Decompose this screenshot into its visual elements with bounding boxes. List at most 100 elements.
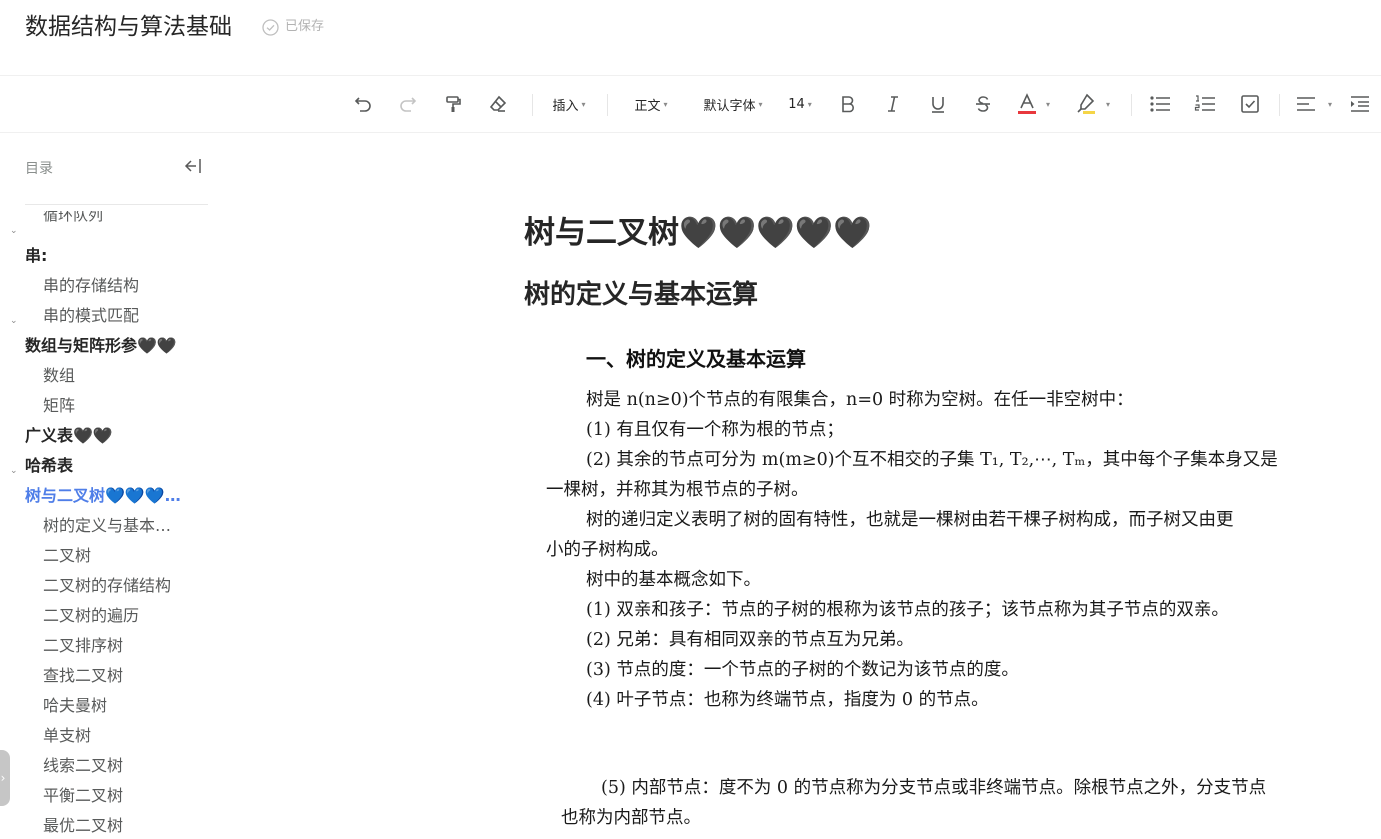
font-color-button[interactable]	[1014, 90, 1040, 118]
align-left-icon	[1295, 94, 1317, 114]
underline-icon	[928, 94, 948, 114]
format-painter-icon	[443, 94, 463, 114]
toc-item-threaded-tree[interactable]: 线索二叉树	[43, 755, 123, 777]
side-panel-toggle[interactable]: ›	[0, 750, 10, 806]
toc-item-optimal-tree[interactable]: 最优二叉树	[43, 815, 123, 837]
expand-arrow-icon[interactable]: ⌄	[10, 316, 18, 326]
task-list-button[interactable]	[1237, 90, 1263, 118]
indent-icon	[1349, 94, 1371, 114]
toc-item-search-tree[interactable]: 查找二叉树	[43, 665, 123, 687]
toc-item-balanced-tree[interactable]: 平衡二叉树	[43, 785, 123, 807]
toc-item-string-storage[interactable]: 串的存储结构	[43, 275, 139, 297]
chevron-down-icon[interactable]: ▾	[1328, 100, 1332, 109]
heading-2[interactable]: 树的定义与基本运算	[524, 274, 758, 311]
align-button[interactable]	[1293, 90, 1319, 118]
format-painter-button[interactable]	[440, 90, 466, 118]
strikethrough-button[interactable]	[970, 90, 996, 118]
expand-arrow-icon[interactable]: ⌄	[10, 226, 18, 236]
image-line: (1) 双亲和孩子：节点的子树的根称为该节点的孩子；该节点称为其子节点的双亲。	[586, 600, 1229, 620]
toc-item-generalized-list[interactable]: 广义表🖤🖤	[25, 425, 113, 447]
ordered-list-icon	[1194, 94, 1216, 114]
ordered-list-button[interactable]	[1192, 90, 1218, 118]
image-line: 小的子树构成。	[546, 540, 669, 560]
chevron-down-icon: ▾	[581, 99, 586, 109]
insert-dropdown[interactable]: 插入 ▾	[548, 90, 590, 118]
heading-1[interactable]: 树与二叉树🖤🖤🖤🖤🖤	[524, 207, 872, 252]
embedded-textbook-image[interactable]: 一、树的定义及基本运算 树是 n(n≥0)个节点的有限集合，n=0 时称为空树。…	[546, 333, 1381, 839]
underline-button[interactable]	[925, 90, 951, 118]
editor-toolbar: 插入 ▾ 正文 ▾ 默认字体 ▾ 14 ▾ ▾ ▾ ▾	[0, 76, 1381, 133]
toc-item-tree-definition[interactable]: 树的定义与基本…	[43, 515, 171, 537]
collapse-sidebar-button[interactable]	[184, 157, 202, 179]
strikethrough-icon	[973, 94, 993, 114]
toc-item-binary-tree[interactable]: 二叉树	[43, 545, 91, 567]
save-status-text: 已保存	[285, 19, 325, 34]
insert-label: 插入	[552, 98, 579, 114]
image-line: 树的递归定义表明了树的固有特性，也就是一棵树由若干棵子树构成，而子树又由更	[586, 510, 1234, 530]
image-line: 树中的基本概念如下。	[586, 570, 761, 590]
toc-item-single-branch-tree[interactable]: 单支树	[43, 725, 91, 747]
toc-item-string-matching[interactable]: 串的模式匹配	[43, 305, 139, 327]
toc-item-trees-active[interactable]: 树与二叉树💙💙💙…	[25, 485, 181, 507]
toc-list: 循环队列 ⌄ 串: 串的存储结构 串的模式匹配 ⌄ 数组与矩阵形参🖤🖤 数组 矩…	[0, 211, 210, 839]
toolbar-divider	[1131, 94, 1132, 116]
toc-item-binary-tree-storage[interactable]: 二叉树的存储结构	[43, 575, 171, 597]
expand-arrow-icon[interactable]: ⌄	[10, 466, 18, 476]
toc-item-string[interactable]: 串:	[25, 245, 47, 267]
chevron-down-icon: ▾	[758, 99, 763, 109]
toc-item-arrays-matrices[interactable]: 数组与矩阵形参🖤🖤	[25, 335, 177, 357]
eraser-icon	[488, 94, 508, 114]
toc-item-binary-tree-traversal[interactable]: 二叉树的遍历	[43, 605, 139, 627]
font-family-dropdown[interactable]: 默认字体 ▾	[697, 90, 769, 118]
collapse-left-icon	[184, 159, 202, 179]
bullet-list-icon	[1149, 94, 1171, 114]
font-family-label: 默认字体	[703, 98, 756, 114]
document-title[interactable]: 数据结构与算法基础	[25, 10, 232, 44]
chevron-down-icon[interactable]: ▾	[1046, 100, 1050, 109]
toolbar-divider	[1279, 94, 1280, 116]
save-status: 已保存	[262, 17, 324, 37]
highlighter-icon	[1075, 93, 1097, 115]
toc-item-hash-table[interactable]: 哈希表	[25, 455, 73, 477]
paragraph-style-label: 正文	[634, 98, 661, 114]
toc-item-partial[interactable]: 循环队列	[43, 211, 103, 225]
chevron-down-icon[interactable]: ▾	[1106, 100, 1110, 109]
redo-button[interactable]	[395, 90, 421, 118]
document-body[interactable]: 树与二叉树🖤🖤🖤🖤🖤 树的定义与基本运算 一、树的定义及基本运算 树是 n(n≥…	[524, 133, 1381, 839]
toc-item-bst[interactable]: 二叉排序树	[43, 635, 123, 657]
bullet-list-button[interactable]	[1147, 90, 1173, 118]
toc-sidebar: 目录 循环队列 ⌄ 串: 串的存储结构 串的模式匹配 ⌄ 数组与矩阵形参🖤🖤 数…	[0, 133, 210, 839]
bold-icon	[838, 94, 858, 114]
italic-icon	[883, 94, 903, 114]
clear-format-button[interactable]	[485, 90, 511, 118]
image-heading: 一、树的定义及基本运算	[586, 347, 806, 371]
toolbar-divider	[607, 94, 608, 116]
italic-button[interactable]	[880, 90, 906, 118]
chevron-right-icon: ›	[0, 771, 6, 785]
checkbox-icon	[1240, 94, 1260, 114]
toc-item-array[interactable]: 数组	[43, 365, 75, 387]
redo-icon	[398, 94, 418, 114]
image-line: 树是 n(n≥0)个节点的有限集合，n=0 时称为空树。在任一非空树中：	[586, 390, 1134, 410]
indent-button[interactable]	[1347, 90, 1373, 118]
toc-item-matrix[interactable]: 矩阵	[43, 395, 75, 417]
highlight-button[interactable]	[1073, 90, 1099, 118]
toc-divider	[25, 204, 208, 205]
toc-title: 目录	[25, 161, 53, 177]
image-line: (1) 有且仅有一个称为根的节点；	[586, 420, 844, 440]
check-circle-icon	[262, 18, 279, 36]
toc-item-huffman-tree[interactable]: 哈夫曼树	[43, 695, 107, 717]
undo-icon	[353, 94, 373, 114]
chevron-down-icon: ▾	[807, 99, 812, 109]
font-size-label: 14	[788, 96, 805, 112]
chevron-down-icon: ▾	[663, 99, 668, 109]
image-line: (5) 内部节点：度不为 0 的节点称为分支节点或非终端节点。除根节点之外，分支…	[601, 778, 1267, 798]
font-color-icon	[1016, 93, 1038, 115]
bold-button[interactable]	[835, 90, 861, 118]
document-header: 数据结构与算法基础 已保存	[0, 0, 1381, 76]
image-line: (4) 叶子节点：也称为终端节点，指度为 0 的节点。	[586, 690, 989, 710]
font-size-dropdown[interactable]: 14 ▾	[784, 90, 816, 118]
image-line: (2) 其余的节点可分为 m(m≥0)个互不相交的子集 T₁, T₂,⋯, Tₘ…	[586, 450, 1278, 470]
undo-button[interactable]	[350, 90, 376, 118]
paragraph-style-dropdown[interactable]: 正文 ▾	[630, 90, 672, 118]
